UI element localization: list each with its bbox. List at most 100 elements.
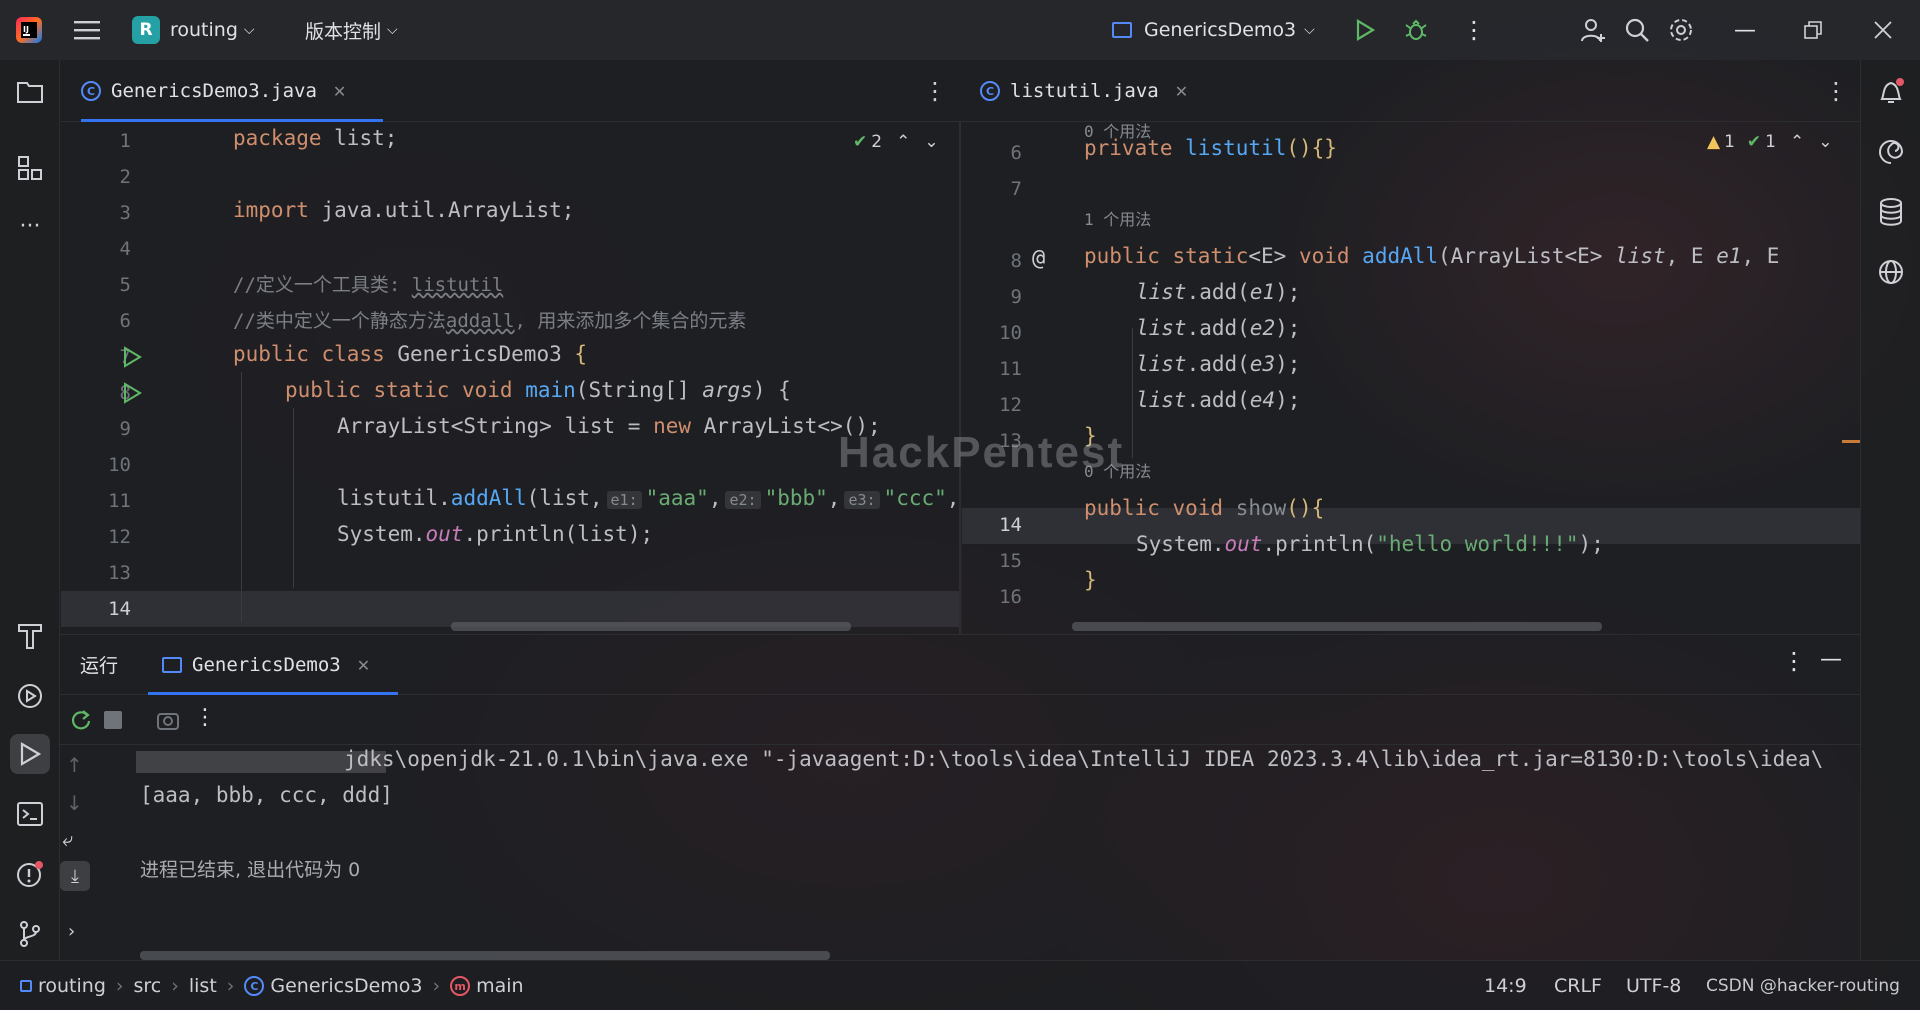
breadcrumb-item[interactable]: routing	[38, 975, 106, 997]
run-title: 运行	[80, 655, 119, 677]
more-run-actions-button[interactable]: ⋮	[194, 705, 216, 730]
vcs-menu[interactable]: 版本控制 ⌵	[305, 0, 398, 60]
search-button[interactable]	[1624, 0, 1650, 60]
scroll-to-end-icon[interactable]: ⤓	[60, 861, 90, 891]
close-icon	[1874, 21, 1892, 39]
chevron-down-icon: ⌵	[243, 22, 255, 38]
stop-icon[interactable]	[104, 711, 122, 729]
vcs-label: 版本控制	[305, 20, 382, 43]
horizontal-scrollbar[interactable]	[140, 951, 830, 960]
run-gutter-icon[interactable]	[121, 382, 143, 404]
line-number: 5	[119, 274, 131, 296]
scrollbar-marker	[1842, 440, 1860, 443]
services-icon	[18, 684, 42, 708]
app-window-icon	[162, 657, 182, 673]
class-icon: C	[244, 976, 265, 996]
hide-panel-button[interactable]: —	[1820, 647, 1842, 672]
tab-options-button[interactable]: ⋮	[923, 60, 947, 122]
horizontal-scrollbar[interactable]	[451, 622, 851, 631]
camera-icon[interactable]	[156, 709, 180, 731]
class-icon: C	[980, 81, 1000, 101]
services-tool-button[interactable]	[10, 676, 50, 716]
code-area-right[interactable]: 0 个用法 private listutil(){} 1 个用法 public …	[1072, 122, 1842, 634]
comment-line: //定义一个工具类: listutil	[233, 274, 504, 296]
line-number: 1	[119, 130, 131, 152]
settings-button[interactable]	[1668, 0, 1694, 60]
tab-options-button[interactable]: ⋮	[1824, 60, 1848, 122]
line-number: 12	[108, 526, 131, 548]
run-tool-button[interactable]	[10, 734, 50, 774]
line-number: 6	[1010, 142, 1022, 164]
debug-button[interactable]	[1404, 0, 1428, 60]
soft-wrap-icon[interactable]: ⤶	[62, 827, 73, 851]
run-side-actions: ↑ ↓ ⤶ ⤓ ›	[60, 745, 112, 961]
structure-icon	[18, 156, 42, 180]
run-tab-genericsdemo3[interactable]: GenericsDemo3 ✕	[148, 635, 398, 695]
code-line: import java.util.ArrayList;	[233, 198, 575, 222]
breadcrumb-item[interactable]: GenericsDemo3	[270, 975, 422, 997]
problems-tool-button[interactable]	[10, 854, 50, 894]
chevron-right-icon[interactable]: ›	[68, 921, 75, 942]
project-tool-button[interactable]	[10, 72, 50, 112]
run-options-button[interactable]: ⋮	[1782, 647, 1806, 675]
breadcrumb-item[interactable]: main	[476, 975, 523, 997]
line-number: 3	[119, 202, 131, 224]
code-area-left[interactable]: package list; import java.util.ArrayList…	[171, 122, 961, 634]
line-number: 2	[119, 166, 131, 188]
close-tab-icon[interactable]: ✕	[333, 82, 346, 101]
add-user-button[interactable]	[1580, 0, 1606, 60]
line-number: 9	[119, 418, 131, 440]
at-implementation-icon[interactable]: @	[1032, 246, 1045, 271]
hammer-icon	[18, 624, 42, 649]
line-number: 14	[108, 598, 131, 620]
usage-hint[interactable]: 1 个用法	[1084, 206, 1151, 230]
arrow-down-icon[interactable]: ↓	[66, 791, 83, 815]
arrow-up-icon[interactable]: ↑	[66, 753, 83, 777]
rerun-icon[interactable]	[70, 709, 92, 731]
ai-assistant-button[interactable]	[1871, 132, 1911, 172]
line-number: 12	[999, 394, 1022, 416]
minimize-button[interactable]: —	[1734, 0, 1756, 60]
line-separator[interactable]: CRLF	[1554, 961, 1602, 1010]
run-button[interactable]	[1354, 0, 1376, 60]
endpoints-tool-button[interactable]	[1871, 252, 1911, 292]
restore-button[interactable]	[1804, 0, 1822, 60]
database-tool-button[interactable]	[1871, 192, 1911, 232]
run-tab-label: GenericsDemo3	[192, 654, 341, 676]
editor-left-tabbar: C GenericsDemo3.java ✕ ⋮	[61, 60, 961, 122]
file-encoding[interactable]: UTF-8	[1626, 961, 1681, 1010]
line-number-gutter: 1 2 3 4 5 6 7 8 9 10 11 12 13 14	[61, 122, 171, 634]
breadcrumb-item[interactable]: src	[134, 975, 162, 997]
close-tab-icon[interactable]: ✕	[1175, 82, 1188, 101]
code-line: list.add(e1);	[1136, 280, 1301, 304]
code-line: list.add(e3);	[1136, 352, 1301, 376]
terminal-icon	[17, 802, 43, 826]
run-toolbar: ⋮	[60, 695, 1860, 745]
main-menu-button[interactable]	[74, 0, 100, 60]
build-tool-button[interactable]	[10, 616, 50, 656]
editor-right: C listutil.java ✕ ⋮ ▲ 1 ✔ 1 ⌃ ⌄ 6 7 8 9 …	[962, 60, 1860, 634]
editor-right-tabbar: C listutil.java ✕ ⋮	[962, 60, 1860, 122]
terminal-tool-button[interactable]	[10, 794, 50, 834]
structure-tool-button[interactable]	[10, 148, 50, 188]
tab-listutil[interactable]: C listutil.java ✕	[980, 60, 1210, 122]
breadcrumb-item[interactable]: list	[189, 975, 217, 997]
caret-position[interactable]: 14:9	[1484, 961, 1527, 1010]
problems-icon	[17, 861, 43, 887]
run-gutter-icon[interactable]	[121, 346, 143, 368]
notifications-button[interactable]	[1871, 72, 1911, 112]
app-window-icon	[1112, 22, 1132, 38]
chevron-down-icon: ⌵	[1304, 22, 1315, 38]
svg-text:IJ: IJ	[23, 25, 29, 34]
project-switcher[interactable]: R routing ⌵	[132, 0, 255, 60]
database-icon	[1880, 198, 1902, 226]
horizontal-scrollbar[interactable]	[1072, 622, 1602, 631]
comment-line: //类中定义一个静态方法addall, 用来添加多个集合的元素	[233, 310, 747, 332]
tab-genericsdemo3[interactable]: C GenericsDemo3.java ✕	[81, 60, 383, 122]
close-window-button[interactable]	[1874, 0, 1892, 60]
more-actions-button[interactable]: ⋮	[1462, 0, 1486, 60]
git-tool-button[interactable]	[10, 914, 50, 954]
more-tools-icon[interactable]: ···	[10, 206, 50, 246]
close-tab-icon[interactable]: ✕	[357, 656, 370, 675]
run-config-selector[interactable]: GenericsDemo3 ⌵	[1112, 0, 1315, 60]
